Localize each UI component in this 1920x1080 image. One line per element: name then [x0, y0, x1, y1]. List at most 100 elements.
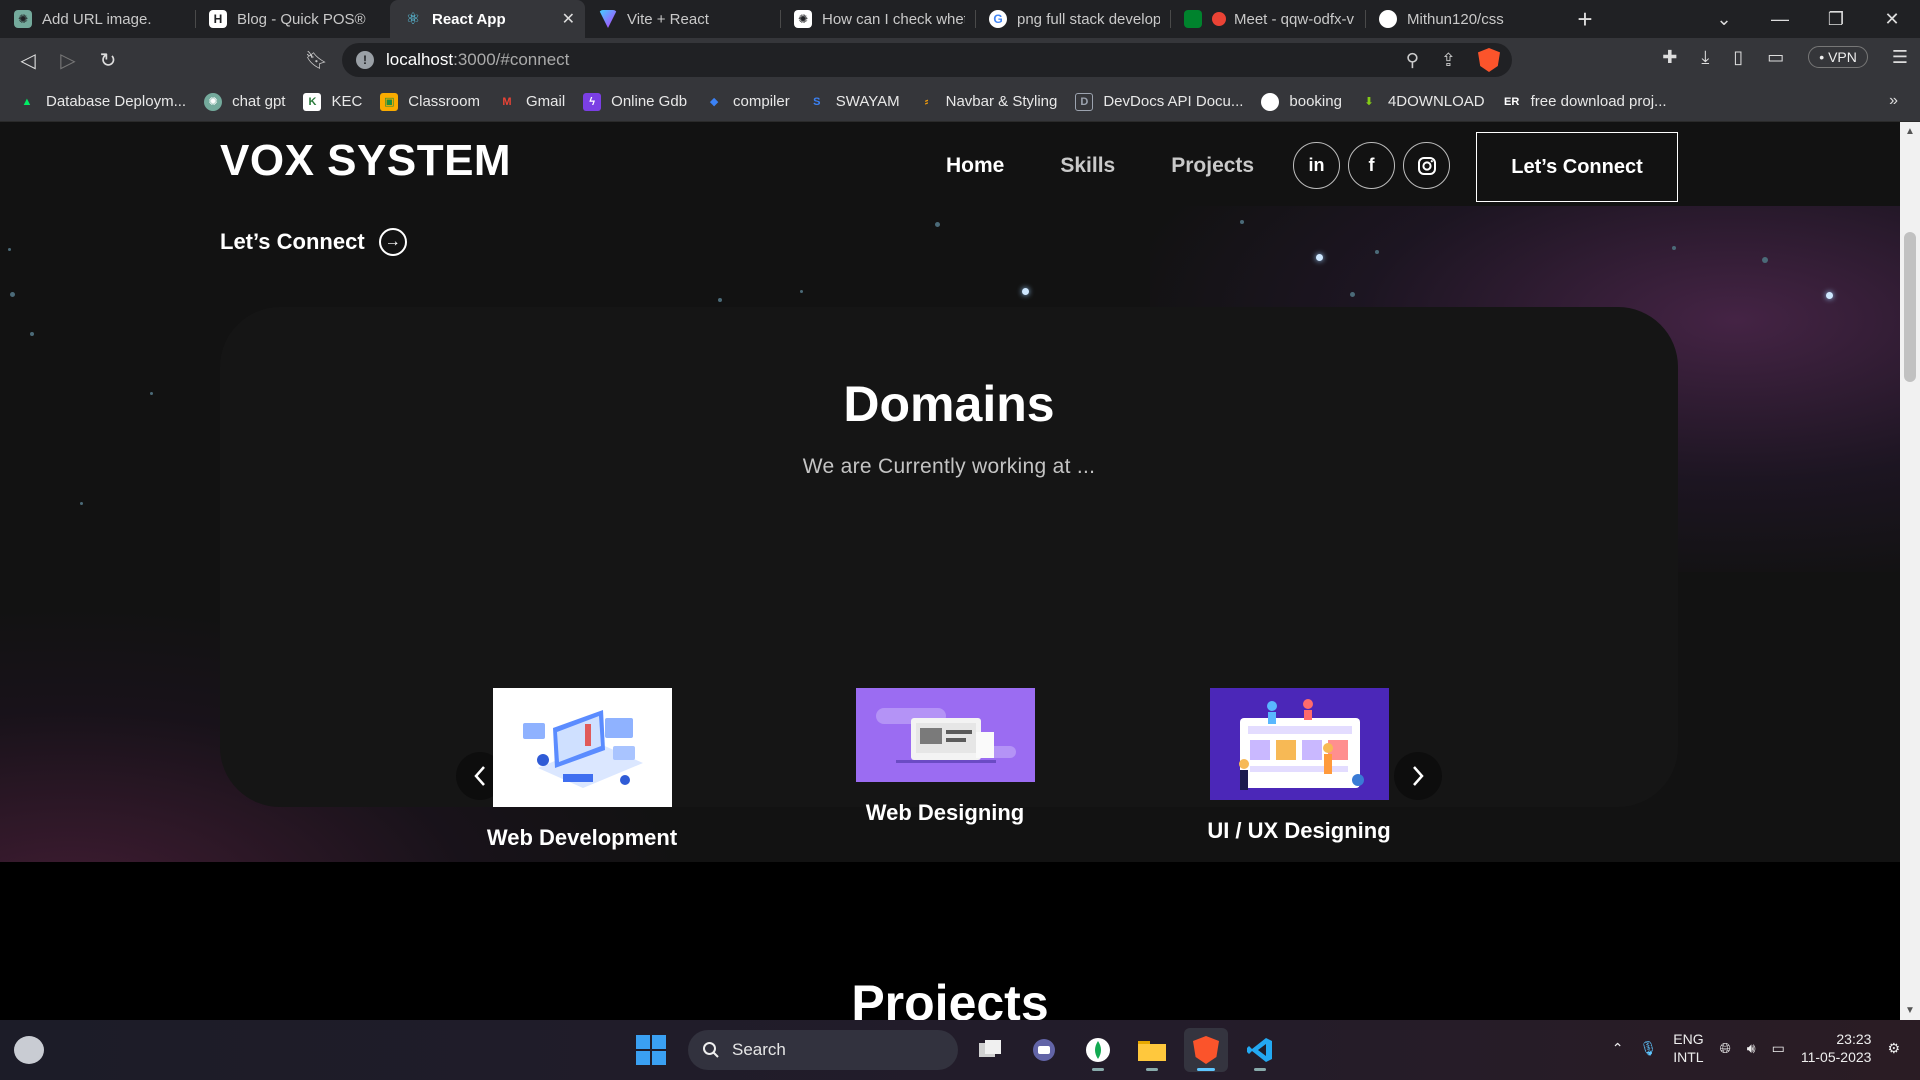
- share-icon[interactable]: ⇪: [1441, 50, 1456, 71]
- hero-connect-link[interactable]: Let’s Connect →: [220, 228, 407, 256]
- bookmark-item[interactable]: M Gmail: [498, 93, 565, 111]
- bookmark-item[interactable]: ϟ Online Gdb: [583, 92, 687, 111]
- extensions-icon[interactable]: ✚: [1662, 47, 1677, 68]
- tab-mithun120-css[interactable]: Mithun120/css: [1365, 0, 1560, 38]
- chevron-down-icon[interactable]: ⌄: [1696, 9, 1752, 30]
- nav-link-projects[interactable]: Projects: [1171, 154, 1254, 178]
- chevron-right-icon: [1413, 766, 1424, 786]
- tab-meet[interactable]: Meet - qqw-odfx-v: [1170, 0, 1365, 38]
- bookmark-item[interactable]: ◆ compiler: [705, 93, 790, 111]
- bookmark-item[interactable]: ER free download proj...: [1503, 93, 1667, 111]
- linkedin-icon[interactable]: in: [1293, 142, 1340, 189]
- browser-tab-strip: ✺ Add URL image. H Blog - Quick POS® ⚛ R…: [0, 0, 1920, 38]
- team-illustration-icon: [1238, 699, 1364, 790]
- bookmark-item[interactable]: ⬇ 4DOWNLOAD: [1360, 93, 1484, 111]
- bookmark-item[interactable]: D DevDocs API Docu...: [1075, 92, 1243, 111]
- window-controls: ⌄ — ❐ ✕: [1696, 0, 1920, 38]
- notifications-icon[interactable]: ⚙: [1887, 1040, 1900, 1057]
- nav-link-home[interactable]: Home: [946, 154, 1004, 178]
- restore-icon[interactable]: ❐: [1808, 9, 1864, 30]
- bookmark-label: free download proj...: [1530, 93, 1667, 110]
- monitor-illustration-icon: [875, 708, 1016, 763]
- vpn-button[interactable]: • VPN: [1808, 46, 1868, 68]
- hero-connect-label: Let’s Connect: [220, 229, 365, 254]
- windows-start-icon[interactable]: [636, 1035, 666, 1065]
- mongodb-compass-icon[interactable]: [1076, 1028, 1120, 1072]
- file-explorer-icon[interactable]: [1130, 1028, 1174, 1072]
- domain-card-web-designing[interactable]: Web Designing: [845, 688, 1045, 826]
- download-icon[interactable]: ⤓: [1701, 47, 1709, 68]
- url-text[interactable]: localhost:3000/#connect: [386, 50, 569, 70]
- input-language-indicator[interactable]: ENG INTL: [1673, 1030, 1703, 1066]
- reload-icon[interactable]: ↻: [88, 48, 128, 73]
- tab-how-can-i-check[interactable]: ✺ How can I check wheth: [780, 0, 975, 38]
- weather-widget-icon[interactable]: [14, 1036, 44, 1064]
- volume-icon[interactable]: 🔊︎: [1747, 1040, 1756, 1057]
- tab-label: Vite + React: [627, 10, 709, 28]
- bookmark-item[interactable]: K KEC: [303, 92, 362, 111]
- openai-icon: ✺: [204, 92, 223, 111]
- bookmark-item[interactable]: ▣ Classroom: [380, 92, 480, 111]
- new-tab-button[interactable]: +: [1560, 0, 1610, 38]
- page-scrollbar[interactable]: ▲ ▼: [1900, 122, 1920, 1020]
- domain-card-ui-ux-designing[interactable]: UI / UX Designing: [1189, 688, 1409, 844]
- more-bookmarks-button[interactable]: »: [1889, 92, 1898, 110]
- bookmark-label: compiler: [733, 93, 790, 110]
- microphone-icon[interactable]: 🎙︎: [1639, 1040, 1657, 1057]
- ui-ux-illustration: [1209, 688, 1389, 800]
- tab-png-full-stack[interactable]: G png full stack develope: [975, 0, 1170, 38]
- close-icon[interactable]: ✕: [562, 9, 575, 29]
- bookmark-item[interactable]: ✺ chat gpt: [204, 92, 285, 111]
- brave-browser-icon[interactable]: [1184, 1028, 1228, 1072]
- network-globe-icon[interactable]: 🌐︎: [1720, 1040, 1731, 1057]
- search-placeholder: Search: [732, 1040, 786, 1059]
- task-view-icon[interactable]: [968, 1028, 1012, 1072]
- section-title: Domains: [843, 376, 1055, 432]
- tab-blog-quick-pos[interactable]: H Blog - Quick POS®: [195, 0, 390, 38]
- system-clock[interactable]: 23:23 11-05-2023: [1801, 1030, 1872, 1066]
- brand-logo[interactable]: VOX SYSTEM: [220, 136, 511, 186]
- bookmark-icon[interactable]: 🔖︎: [305, 50, 328, 71]
- back-icon[interactable]: ◁: [8, 48, 48, 73]
- vscode-icon[interactable]: [1238, 1028, 1282, 1072]
- bookmark-item[interactable]: ▲ Database Deploym...: [18, 93, 187, 111]
- nav-link-skills[interactable]: Skills: [1060, 154, 1115, 178]
- instagram-icon[interactable]: [1403, 142, 1450, 189]
- github-icon: [1379, 10, 1397, 28]
- tab-label: Add URL image.: [42, 10, 152, 28]
- tab-vite-react[interactable]: Vite + React: [585, 0, 780, 38]
- react-icon: ⚛: [405, 11, 421, 28]
- lets-connect-button[interactable]: Let’s Connect: [1476, 132, 1678, 202]
- tab-label: Mithun120/css: [1407, 10, 1504, 28]
- bookmark-item[interactable]: ⸗ Navbar & Styling: [918, 93, 1058, 111]
- bookmark-item[interactable]: booking: [1261, 92, 1342, 111]
- minimize-icon[interactable]: —: [1752, 9, 1808, 30]
- scroll-up-arrow-icon[interactable]: ▲: [1900, 126, 1920, 137]
- close-window-icon[interactable]: ✕: [1864, 9, 1920, 30]
- battery-icon[interactable]: ▭: [1772, 1040, 1785, 1057]
- bookmark-item[interactable]: S SWAYAM: [808, 93, 900, 111]
- scrollbar-thumb[interactable]: [1904, 232, 1916, 382]
- sidebar-icon[interactable]: ▯: [1733, 47, 1743, 68]
- brave-shields-icon[interactable]: [1478, 48, 1500, 72]
- taskbar-search-box[interactable]: Search: [688, 1030, 958, 1070]
- domain-card-web-development[interactable]: Web Development: [482, 688, 682, 851]
- tab-add-url-image[interactable]: ✺ Add URL image.: [0, 0, 195, 38]
- zoom-icon[interactable]: ⚲: [1406, 50, 1419, 71]
- chevron-up-icon[interactable]: ⌃: [1612, 1040, 1624, 1057]
- taskbar-center: Search: [636, 1028, 1282, 1072]
- tab-react-app[interactable]: ⚛ React App ✕: [390, 0, 585, 38]
- facebook-icon[interactable]: f: [1348, 142, 1395, 189]
- wallet-icon[interactable]: ▭: [1767, 47, 1784, 68]
- url-bar[interactable]: ! localhost:3000/#connect ⚲ ⇪: [342, 43, 1512, 77]
- site-info-icon[interactable]: !: [356, 51, 374, 69]
- menu-icon[interactable]: ☰: [1892, 47, 1908, 68]
- openai-icon: ✺: [794, 10, 812, 28]
- teams-chat-icon[interactable]: [1022, 1028, 1066, 1072]
- bookmark-label: Navbar & Styling: [945, 93, 1058, 110]
- bookmark-label: Classroom: [408, 93, 480, 110]
- scroll-down-arrow-icon[interactable]: ▼: [1900, 1005, 1920, 1016]
- windows-taskbar: Search ⌃ 🎙︎ ENG INTL 🌐︎ 🔊︎ ▭ 23:23 11-05…: [0, 1020, 1920, 1080]
- site-navbar: VOX SYSTEM Home Skills Projects in f Let…: [0, 122, 1900, 206]
- forward-icon[interactable]: ▷: [48, 48, 88, 73]
